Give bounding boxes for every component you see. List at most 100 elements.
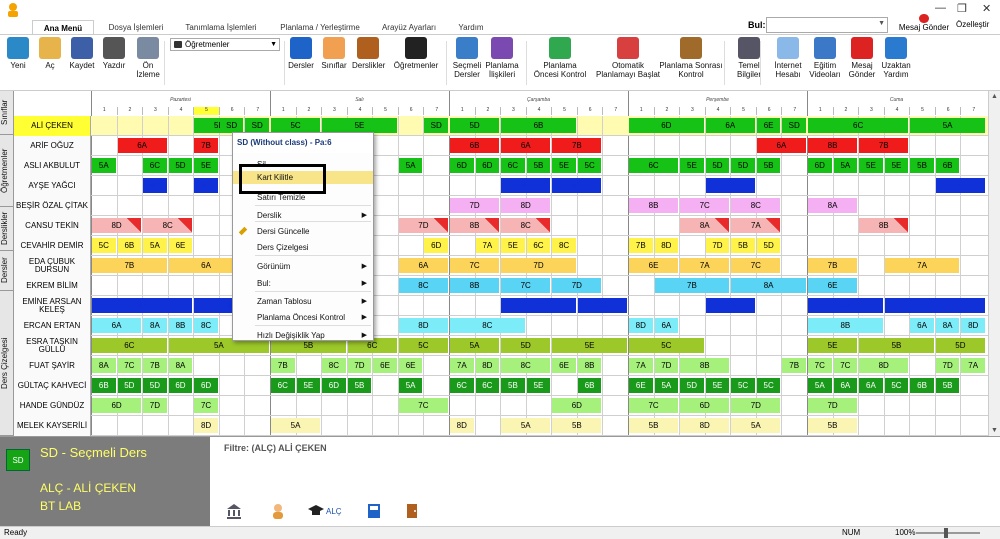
table-row[interactable]: MELEK KAYSERİLİ 8D 5A 8D 5A 5B 5B 8D 5A 5B [14,416,988,436]
lesson-card[interactable]: 6A [859,378,883,393]
lesson-card[interactable]: 7D [654,358,679,373]
ribbon-button-network[interactable]: Planlama İlişkileri [484,37,520,79]
lesson-card[interactable]: 8C [398,278,448,293]
lesson-card[interactable]: 7C [833,358,858,373]
lesson-card[interactable]: 6D [168,378,193,393]
lesson-card[interactable]: 6E [168,238,193,253]
ribbon-button-support[interactable]: Mesaj Gönder [844,37,880,79]
teacher-name[interactable]: EDA ÇUBUK DURSUN [14,256,91,276]
ribbon-button-folder-open[interactable]: Aç [36,37,64,70]
lesson-card[interactable]: 8E [501,178,551,193]
lesson-card[interactable]: 8D [475,358,500,373]
lesson-card[interactable]: 8E [194,178,218,193]
ribbon-button-check[interactable]: Planlama Öncesi Kontrol [530,37,590,79]
lesson-card[interactable]: 7A [629,358,653,373]
lesson-card[interactable]: 7A [501,298,576,313]
lesson-card[interactable]: 8C [501,218,551,233]
vertical-scrollbar[interactable]: ▲ ▼ [988,91,1000,436]
lesson-card[interactable]: 5B [501,378,525,393]
ribbon-button-gavel[interactable]: Planlama Sonrası Kontrol [656,37,726,79]
lesson-card[interactable]: 7C [450,258,500,273]
lesson-card[interactable]: 7C [117,358,142,373]
lesson-card[interactable]: 7B [143,358,167,373]
lesson-card[interactable]: 6C [475,378,500,393]
lesson-card[interactable]: 5E [705,378,730,393]
lesson-card[interactable]: 5A [654,378,679,393]
teacher-name[interactable]: ESRA TAŞKIN GÜLLÜ [14,336,91,356]
lesson-card[interactable]: 5A [92,158,116,173]
lesson-card[interactable]: 6A [756,138,806,153]
lesson-card[interactable]: 8C [731,198,781,213]
lesson-card[interactable]: 8C [143,218,193,233]
lesson-card[interactable]: 8C [143,178,167,193]
lesson-card[interactable]: 6D [424,238,448,253]
lesson-card[interactable]: SD [782,118,806,133]
lesson-card[interactable]: SD [245,118,269,133]
table-row[interactable]: FUAT ŞAYİR 8A 7C 7B 8A 7B 8C 7D 6E 6E 7A 8D 8C 6E 8B 7A… [14,356,988,376]
lesson-card[interactable]: 5A [398,378,423,393]
lesson-card[interactable]: 5B [347,378,372,393]
lesson-card[interactable]: 8D [398,318,448,333]
lesson-card[interactable]: 5E [501,238,525,253]
lesson-card[interactable]: 7B [654,278,730,293]
lesson-card[interactable]: 5A [833,158,858,173]
view-select[interactable]: Öğretmenler ▼ [170,38,280,51]
lesson-card[interactable]: 7C [629,398,679,413]
lesson-card[interactable]: 5A [501,418,551,433]
lesson-card[interactable]: 5C [884,378,909,393]
lesson-card[interactable]: 6A [705,118,755,133]
tab-arayuz-ayarlari[interactable]: Arayüz Ayarları [372,20,446,35]
students-icon[interactable] [270,503,286,519]
lesson-card[interactable]: 6E [373,358,397,373]
scroll-up-icon[interactable]: ▲ [991,93,998,100]
lesson-card[interactable]: 6E [808,278,858,293]
chevron-down-icon[interactable]: ▼ [878,20,885,27]
lesson-card[interactable]: 5A [271,418,321,433]
lesson-card[interactable]: 7D [347,358,372,373]
close-icon[interactable]: ✕ [982,2,991,15]
table-row[interactable]: HANDE GÜNDÜZ 6D 7D 7C 7C 6D 7C 6D 7D 7D [14,396,988,416]
lesson-card[interactable]: 7B [705,298,755,313]
lesson-card[interactable]: 8D [92,298,193,313]
restore-icon[interactable]: ❐ [957,2,967,15]
lesson-card[interactable]: 5A [143,238,167,253]
table-row[interactable]: ERCAN ERTAN 6A 8A 8B 8C 8D 8C 8D 6A 8B 6A 8A 8D [14,316,988,336]
lesson-card[interactable]: 5D [117,378,142,393]
lesson-card[interactable]: 8B [450,278,500,293]
lesson-card[interactable]: 5C [731,378,755,393]
lesson-card[interactable]: 5D [680,378,704,393]
lesson-card[interactable]: 8C [501,358,551,373]
lesson-card[interactable]: 5A [450,338,500,353]
lesson-card[interactable]: 5B [808,418,858,433]
tab-tanimlama-islemleri[interactable]: Tanımlama İşlemleri [176,20,266,35]
teacher-name[interactable]: ASLI AKBULUT [14,156,91,176]
context-menu-item[interactable]: Görünüm ▶ [233,260,373,273]
lesson-card[interactable]: 8B [808,298,883,313]
lesson-card[interactable]: SD [219,118,244,133]
lesson-card[interactable]: 5B [756,158,781,173]
institution-icon[interactable] [226,503,242,519]
teacher-name[interactable]: ARİF OĞUZ [14,136,91,156]
lesson-card[interactable]: 6C [501,158,525,173]
door-icon[interactable] [404,503,420,519]
lesson-card[interactable]: 7D [501,258,576,273]
lesson-card[interactable]: 5D [501,338,551,353]
ribbon-button-books[interactable]: Dersler [286,37,316,70]
lesson-card[interactable]: 5B [552,418,602,433]
context-menu-item[interactable]: Zaman Tablosu ▶ [233,295,373,308]
lesson-card[interactable]: 7A [884,258,960,273]
zoom-slider-thumb[interactable] [944,528,948,538]
lesson-card[interactable]: 7B [884,298,985,313]
lesson-card[interactable]: 5B [629,418,679,433]
lesson-card[interactable]: 8B [450,218,500,233]
lesson-card[interactable]: 6C [526,238,551,253]
lesson-card[interactable]: 7D [808,398,858,413]
ribbon-button-graduation-cap[interactable]: Öğretmenler [390,37,442,70]
lesson-card[interactable]: 6C [450,378,474,393]
lesson-card[interactable]: 6C [808,118,909,133]
side-tab-3[interactable]: Dersler [0,251,14,291]
lesson-card[interactable]: 6D [450,158,474,173]
lesson-card[interactable]: 6C [92,338,167,353]
lesson-card[interactable]: 7D [143,398,167,413]
table-row[interactable]: GÜLTAÇ KAHVECİ 6B 5D 5D 6D 6D 6C 5E 6D 5B 5A 6C 6C 5B… [14,376,988,396]
